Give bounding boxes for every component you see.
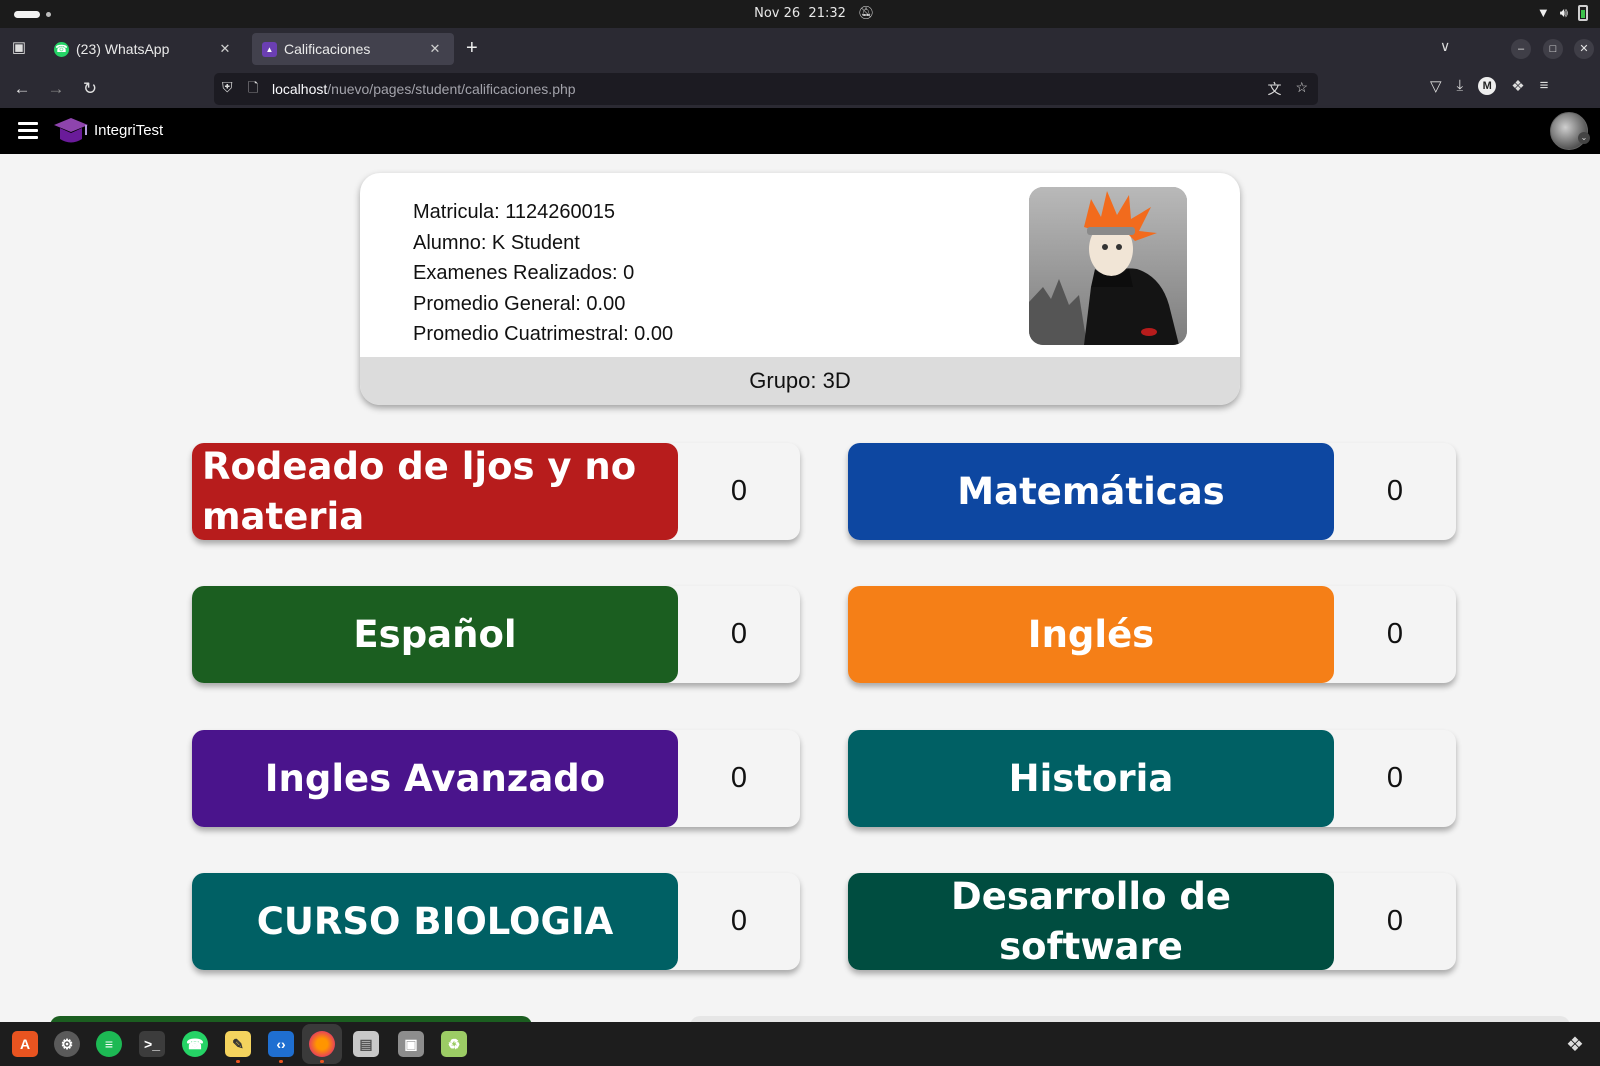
close-tab-icon[interactable]: ✕ bbox=[216, 41, 234, 57]
group-label: Grupo: 3D bbox=[360, 357, 1240, 405]
running-indicator bbox=[320, 1060, 324, 1063]
vscode-icon[interactable]: ‹› bbox=[268, 1031, 294, 1057]
url-host: localhost bbox=[272, 81, 328, 97]
hamburger-menu-icon[interactable] bbox=[18, 122, 38, 139]
subject-score: 0 bbox=[1386, 762, 1404, 794]
subject-card[interactable]: Rodeado de ljos y no materia 0 bbox=[192, 443, 800, 540]
volume-icon: 🔊︎ bbox=[1559, 5, 1568, 20]
back-icon[interactable]: ← bbox=[10, 77, 34, 101]
graduation-cap-logo-icon[interactable] bbox=[52, 115, 90, 147]
chevron-down-icon[interactable]: ∨ bbox=[1440, 38, 1450, 55]
subject-card[interactable]: CURSO BIOLOGIA 0 bbox=[192, 873, 800, 970]
tab-title: (23) WhatsApp bbox=[76, 41, 170, 57]
spotify-icon[interactable]: ≡ bbox=[96, 1031, 122, 1057]
download-icon[interactable]: ⤓ bbox=[1457, 77, 1464, 95]
subject-score: 0 bbox=[730, 762, 748, 794]
subject-score: 0 bbox=[730, 618, 748, 650]
os-top-bar: Nov 26 21:32 🔕︎ ▼ 🔊︎ bbox=[0, 0, 1600, 28]
subject-name[interactable]: CURSO BIOLOGIA bbox=[192, 873, 678, 970]
show-apps-icon[interactable]: ❖ bbox=[1566, 1032, 1584, 1057]
subject-score: 0 bbox=[730, 905, 748, 937]
subject-score: 0 bbox=[1386, 905, 1404, 937]
alumno-text: Alumno: K Student bbox=[413, 231, 580, 254]
system-tray[interactable]: ▼ 🔊︎ bbox=[1537, 5, 1588, 21]
subject-name[interactable]: Rodeado de ljos y no materia bbox=[192, 443, 678, 540]
forward-icon[interactable]: → bbox=[44, 77, 68, 101]
subject-name[interactable]: Desarrollo de software bbox=[848, 873, 1334, 970]
subject-card[interactable]: Desarrollo de software 0 bbox=[848, 873, 1456, 970]
subject-name[interactable]: Español bbox=[192, 586, 678, 683]
tab-title: Calificaciones bbox=[284, 41, 371, 57]
tab-list-icon[interactable]: ▣ bbox=[8, 37, 30, 59]
subject-name[interactable]: Historia bbox=[848, 730, 1334, 827]
close-tab-icon[interactable]: ✕ bbox=[426, 41, 444, 57]
url-path: /nuevo/pages/student/calificaciones.php bbox=[327, 81, 576, 97]
app-header: IntegriTest bbox=[0, 108, 1600, 154]
subject-name[interactable]: Inglés bbox=[848, 586, 1334, 683]
battery-icon bbox=[1578, 5, 1588, 21]
promedio-general-text: Promedio General: 0.00 bbox=[413, 292, 626, 315]
subject-card[interactable]: Ingles Avanzado 0 bbox=[192, 730, 800, 827]
bookmark-star-icon[interactable]: ☆ bbox=[1295, 79, 1308, 99]
notifications-muted-icon: 🔕︎ bbox=[858, 5, 875, 20]
subject-score: 0 bbox=[1386, 618, 1404, 650]
os-date: Nov 26 bbox=[754, 6, 801, 21]
tracking-shield-icon[interactable]: ⛨ bbox=[222, 79, 233, 96]
files-icon[interactable]: ▤ bbox=[353, 1031, 379, 1057]
os-taskbar: A ⚙ ≡ >_ ☎ ✎ ‹› ▤ ▣ ♻ ❖ bbox=[0, 1022, 1600, 1066]
minimize-icon[interactable]: – bbox=[1511, 39, 1531, 59]
browser-nav-bar: ← → ↻ ⛨ 🗋 localhost/nuevo/pages/student/… bbox=[0, 70, 1600, 108]
promedio-cuatrimestral-text: Promedio Cuatrimestral: 0.00 bbox=[413, 323, 674, 345]
extensions-icon[interactable]: ❖ bbox=[1511, 77, 1524, 95]
menu-icon[interactable]: ≡ bbox=[1540, 77, 1549, 95]
new-tab-icon[interactable]: + bbox=[466, 38, 478, 58]
subject-score: 0 bbox=[1386, 475, 1404, 507]
firefox-icon[interactable] bbox=[309, 1031, 335, 1057]
os-clock[interactable]: Nov 26 21:32 bbox=[0, 6, 1600, 21]
page-info-icon[interactable]: 🗋 bbox=[248, 79, 258, 101]
app-center-icon[interactable]: A bbox=[12, 1031, 38, 1057]
url-bar[interactable]: ⛨ 🗋 localhost/nuevo/pages/student/califi… bbox=[214, 73, 1318, 105]
settings-icon[interactable]: ⚙ bbox=[54, 1031, 80, 1057]
trash-icon[interactable]: ♻ bbox=[441, 1031, 467, 1057]
tab-whatsapp[interactable]: ☎ (23) WhatsApp ✕ bbox=[44, 33, 244, 65]
translate-icon[interactable]: 文 bbox=[1267, 79, 1281, 99]
chevron-down-icon[interactable]: ⌄ bbox=[1578, 132, 1590, 144]
browser-tab-bar: ▣ ☎ (23) WhatsApp ✕ ▲ Calificaciones ✕ +… bbox=[0, 28, 1600, 70]
subject-card[interactable]: Inglés 0 bbox=[848, 586, 1456, 683]
subject-card[interactable]: Español 0 bbox=[192, 586, 800, 683]
calificaciones-favicon: ▲ bbox=[262, 41, 277, 57]
subject-card[interactable]: Historia 0 bbox=[848, 730, 1456, 827]
running-indicator bbox=[236, 1060, 240, 1063]
wifi-icon: ▼ bbox=[1536, 5, 1550, 20]
running-indicator bbox=[279, 1060, 283, 1063]
reload-icon[interactable]: ↻ bbox=[78, 77, 102, 101]
subject-card[interactable]: Matemáticas 0 bbox=[848, 443, 1456, 540]
whatsapp-icon: ☎ bbox=[54, 41, 69, 57]
subject-name[interactable]: Ingles Avanzado bbox=[192, 730, 678, 827]
close-window-icon[interactable]: ✕ bbox=[1574, 39, 1594, 59]
text-editor-icon[interactable]: ✎ bbox=[225, 1031, 251, 1057]
user-avatar[interactable] bbox=[1550, 112, 1588, 150]
student-info: Matricula: 1124260015 Alumno: K Student … bbox=[413, 197, 673, 350]
disk-icon[interactable]: ▣ bbox=[398, 1031, 424, 1057]
tab-calificaciones[interactable]: ▲ Calificaciones ✕ bbox=[252, 33, 454, 65]
os-time: 21:32 bbox=[808, 6, 846, 21]
account-icon[interactable]: M bbox=[1478, 77, 1497, 95]
restore-icon[interactable]: □ bbox=[1543, 39, 1563, 59]
pocket-icon[interactable]: ▽ bbox=[1430, 77, 1442, 95]
brand-name[interactable]: IntegriTest bbox=[94, 122, 163, 139]
whatsapp-icon[interactable]: ☎ bbox=[182, 1031, 208, 1057]
examenes-text: Examenes Realizados: 0 bbox=[413, 262, 635, 284]
matricula-text: Matricula: 1124260015 bbox=[413, 201, 615, 223]
url-text[interactable]: localhost/nuevo/pages/student/calificaci… bbox=[272, 81, 576, 97]
subject-name[interactable]: Matemáticas bbox=[848, 443, 1334, 540]
grades-page: Matricula: 1124260015 Alumno: K Student … bbox=[0, 154, 1600, 1022]
subject-score: 0 bbox=[730, 475, 748, 507]
student-card: Matricula: 1124260015 Alumno: K Student … bbox=[360, 173, 1240, 405]
student-photo bbox=[1029, 187, 1187, 345]
terminal-icon[interactable]: >_ bbox=[139, 1031, 165, 1057]
